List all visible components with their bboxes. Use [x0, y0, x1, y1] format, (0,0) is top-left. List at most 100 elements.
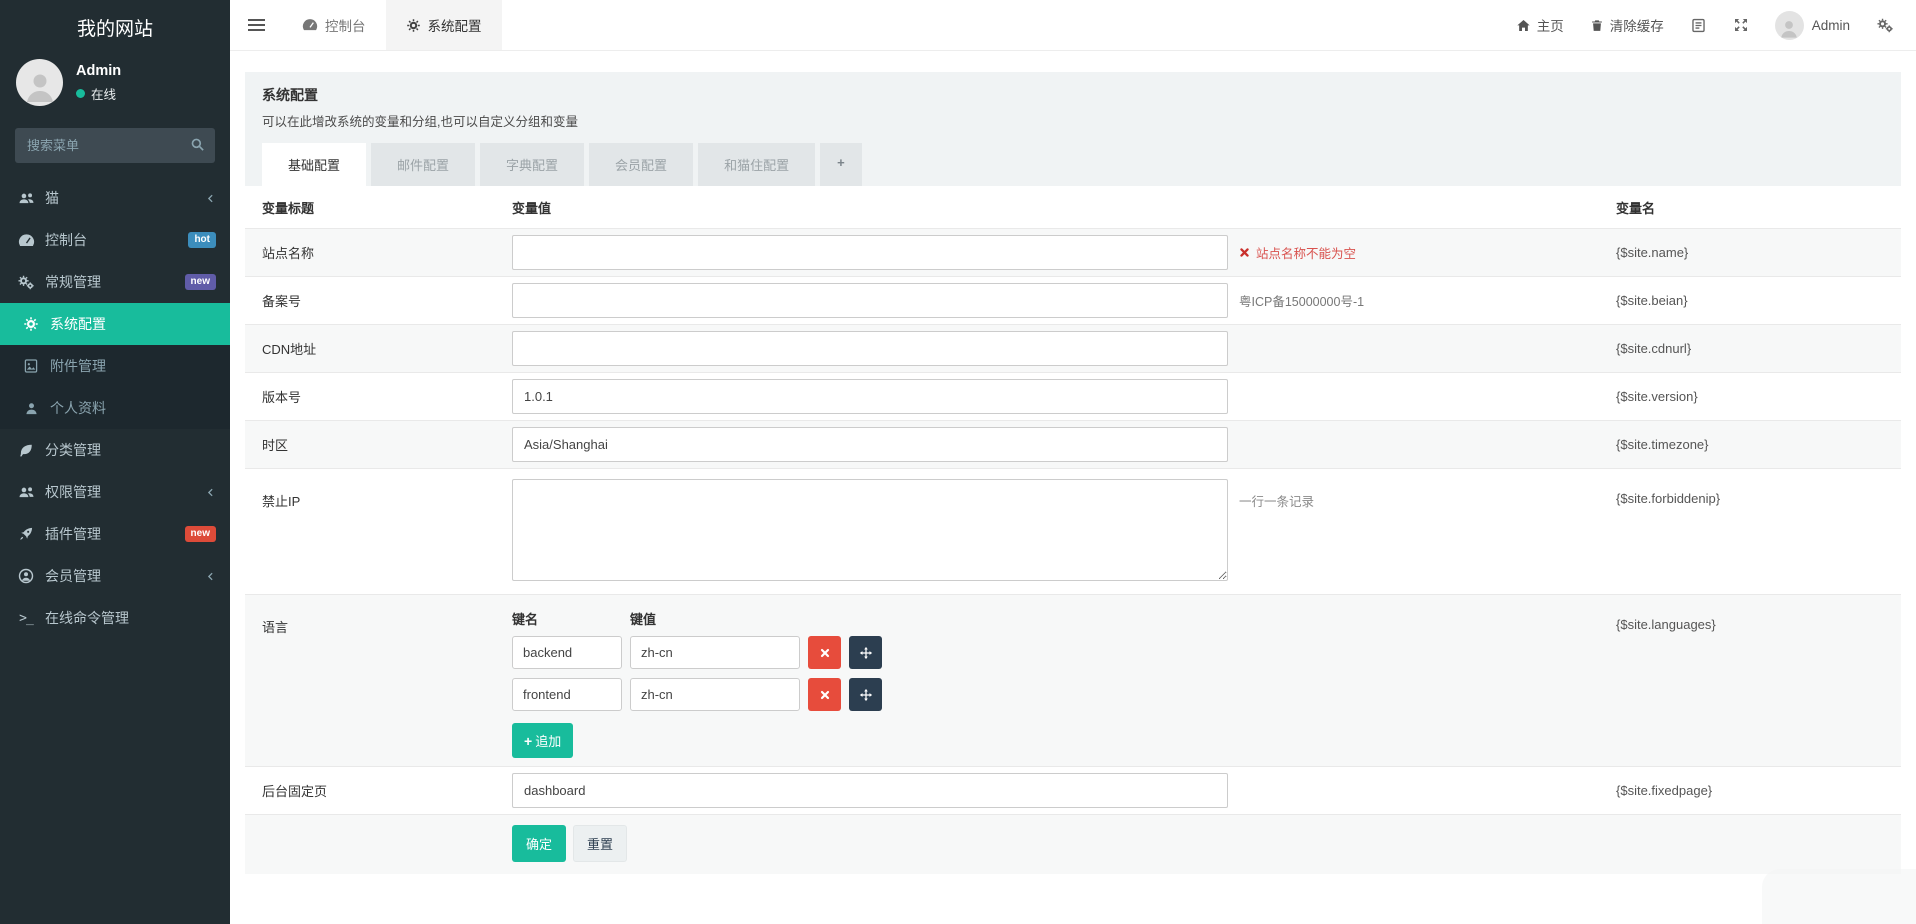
home-link[interactable]: 主页	[1516, 15, 1564, 35]
table-row: 备案号 粤ICP备15000000号-1 {$site.beian}	[245, 276, 1901, 324]
gear-icon	[406, 18, 421, 33]
row-label: 时区	[245, 435, 512, 454]
add-group-tab[interactable]: +	[820, 143, 862, 186]
tab-mail-config[interactable]: 邮件配置	[371, 143, 475, 186]
kv-key-header: 键名	[512, 609, 630, 628]
panel-heading: 系统配置 可以在此增改系统的变量和分组,也可以自定义分组和变量 基础配置 邮件配…	[245, 72, 1901, 186]
delete-row-button[interactable]	[808, 636, 841, 669]
sidebar-item-label: 分类管理	[45, 440, 101, 460]
tab-dictionary-config[interactable]: 字典配置	[480, 143, 584, 186]
sidebar: 我的网站 Admin 在线 猫 控制台 hot 常规管理 new	[0, 0, 230, 924]
table-row: 语言 键名 键值	[245, 594, 1901, 766]
tab-system-config[interactable]: 系统配置	[386, 0, 502, 50]
sidebar-toggle-button[interactable]	[230, 0, 282, 50]
search-icon[interactable]	[190, 137, 205, 152]
reset-button[interactable]: 重置	[573, 825, 627, 862]
sidebar-item-label: 权限管理	[45, 482, 101, 502]
sidebar-item-members[interactable]: 会员管理	[0, 555, 230, 597]
row-label: CDN地址	[245, 339, 512, 358]
sidebar-item-system-config[interactable]: 系统配置	[0, 303, 230, 345]
sidebar-item-categories[interactable]: 分类管理	[0, 429, 230, 471]
submit-button[interactable]: 确定	[512, 825, 566, 862]
dashboard-icon	[16, 232, 36, 249]
cdnurl-input[interactable]	[512, 331, 1228, 366]
gear-icon	[21, 316, 41, 332]
kv-key-input[interactable]	[512, 678, 622, 711]
config-tabs: 基础配置 邮件配置 字典配置 会员配置 和猫住配置 +	[262, 143, 1884, 186]
tab-hemaozhu-config[interactable]: 和猫住配置	[698, 143, 815, 186]
users-icon	[16, 484, 36, 501]
table-row: 禁止IP 一行一条记录 {$site.forbiddenip}	[245, 468, 1901, 594]
sidebar-item-permissions[interactable]: 权限管理	[0, 471, 230, 513]
top-navbar: 控制台 系统配置 主页 清除缓存 Admin	[230, 0, 1916, 51]
home-icon	[1516, 18, 1531, 33]
version-input[interactable]	[512, 379, 1228, 414]
language-icon[interactable]	[1690, 17, 1707, 34]
drag-row-button[interactable]	[849, 678, 882, 711]
site-name-input[interactable]	[512, 235, 1228, 270]
var-name: {$site.cdnurl}	[1616, 341, 1901, 356]
person-icon	[20, 66, 60, 106]
sidebar-item-plugins[interactable]: 插件管理 new	[0, 513, 230, 555]
sidebar-item-dashboard[interactable]: 控制台 hot	[0, 219, 230, 261]
kv-value-input[interactable]	[630, 636, 800, 669]
sidebar-item-general[interactable]: 常规管理 new	[0, 261, 230, 303]
gears-icon[interactable]	[1876, 17, 1894, 34]
leaf-icon	[16, 442, 36, 458]
sidebar-item-online-commands[interactable]: >_ 在线命令管理	[0, 597, 230, 639]
var-name: {$site.timezone}	[1616, 437, 1901, 452]
fullscreen-icon[interactable]	[1733, 17, 1749, 33]
hamburger-icon	[248, 19, 265, 31]
col-header-name: 变量名	[1616, 198, 1901, 217]
page-title: 系统配置	[262, 85, 1884, 105]
tab-label: 系统配置	[428, 15, 482, 35]
row-label: 备案号	[245, 291, 512, 310]
gears-icon	[16, 274, 36, 291]
navbar-right: 主页 清除缓存 Admin	[1516, 0, 1916, 50]
kv-value-header: 键值	[630, 609, 656, 628]
sidebar-item-cat[interactable]: 猫	[0, 177, 230, 219]
sidebar-search	[15, 128, 215, 163]
sidebar-menu: 猫 控制台 hot 常规管理 new 系统配置 附件管理 个人资料 分类管理	[0, 177, 230, 639]
sidebar-item-profile[interactable]: 个人资料	[0, 387, 230, 429]
col-header-title: 变量标题	[245, 198, 512, 217]
tab-member-config[interactable]: 会员配置	[589, 143, 693, 186]
clear-cache-link[interactable]: 清除缓存	[1590, 15, 1664, 35]
validation-error: 站点名称不能为空	[1239, 243, 1616, 262]
sidebar-item-attachments[interactable]: 附件管理	[0, 345, 230, 387]
beian-input[interactable]	[512, 283, 1228, 318]
user-status: 在线	[76, 84, 121, 103]
new-badge: new	[185, 526, 216, 542]
row-label: 禁止IP	[245, 479, 512, 510]
new-badge: new	[185, 274, 216, 290]
config-table: 变量标题 变量值 变量名 站点名称 站点名称不能为空 {$site.name} …	[245, 186, 1901, 874]
kv-value-input[interactable]	[630, 678, 800, 711]
row-label: 后台固定页	[245, 781, 512, 800]
kv-key-input[interactable]	[512, 636, 622, 669]
append-button[interactable]: +追加	[512, 723, 573, 758]
timezone-input[interactable]	[512, 427, 1228, 462]
user-name: Admin	[76, 63, 121, 79]
navbar-user-menu[interactable]: Admin	[1775, 11, 1850, 40]
row-label: 版本号	[245, 387, 512, 406]
var-name: {$site.languages}	[1616, 605, 1901, 632]
search-input[interactable]	[15, 128, 215, 163]
watermark-overlay	[1762, 869, 1916, 924]
var-name: {$site.forbiddenip}	[1616, 479, 1901, 506]
tab-basic-config[interactable]: 基础配置	[262, 143, 366, 186]
sidebar-item-label: 会员管理	[45, 566, 101, 586]
var-name: {$site.version}	[1616, 389, 1901, 404]
sidebar-item-label: 系统配置	[50, 314, 106, 334]
drag-row-button[interactable]	[849, 636, 882, 669]
table-row: 后台固定页 {$site.fixedpage}	[245, 766, 1901, 814]
users-icon	[16, 190, 36, 207]
delete-row-button[interactable]	[808, 678, 841, 711]
tab-label: 控制台	[325, 15, 366, 35]
tab-dashboard[interactable]: 控制台	[282, 0, 386, 50]
dashboard-icon	[302, 17, 318, 33]
user-circle-icon	[16, 568, 36, 584]
file-image-icon	[21, 358, 41, 374]
sidebar-item-label: 个人资料	[50, 398, 106, 418]
forbiddenip-textarea[interactable]	[512, 479, 1228, 581]
fixedpage-input[interactable]	[512, 773, 1228, 808]
